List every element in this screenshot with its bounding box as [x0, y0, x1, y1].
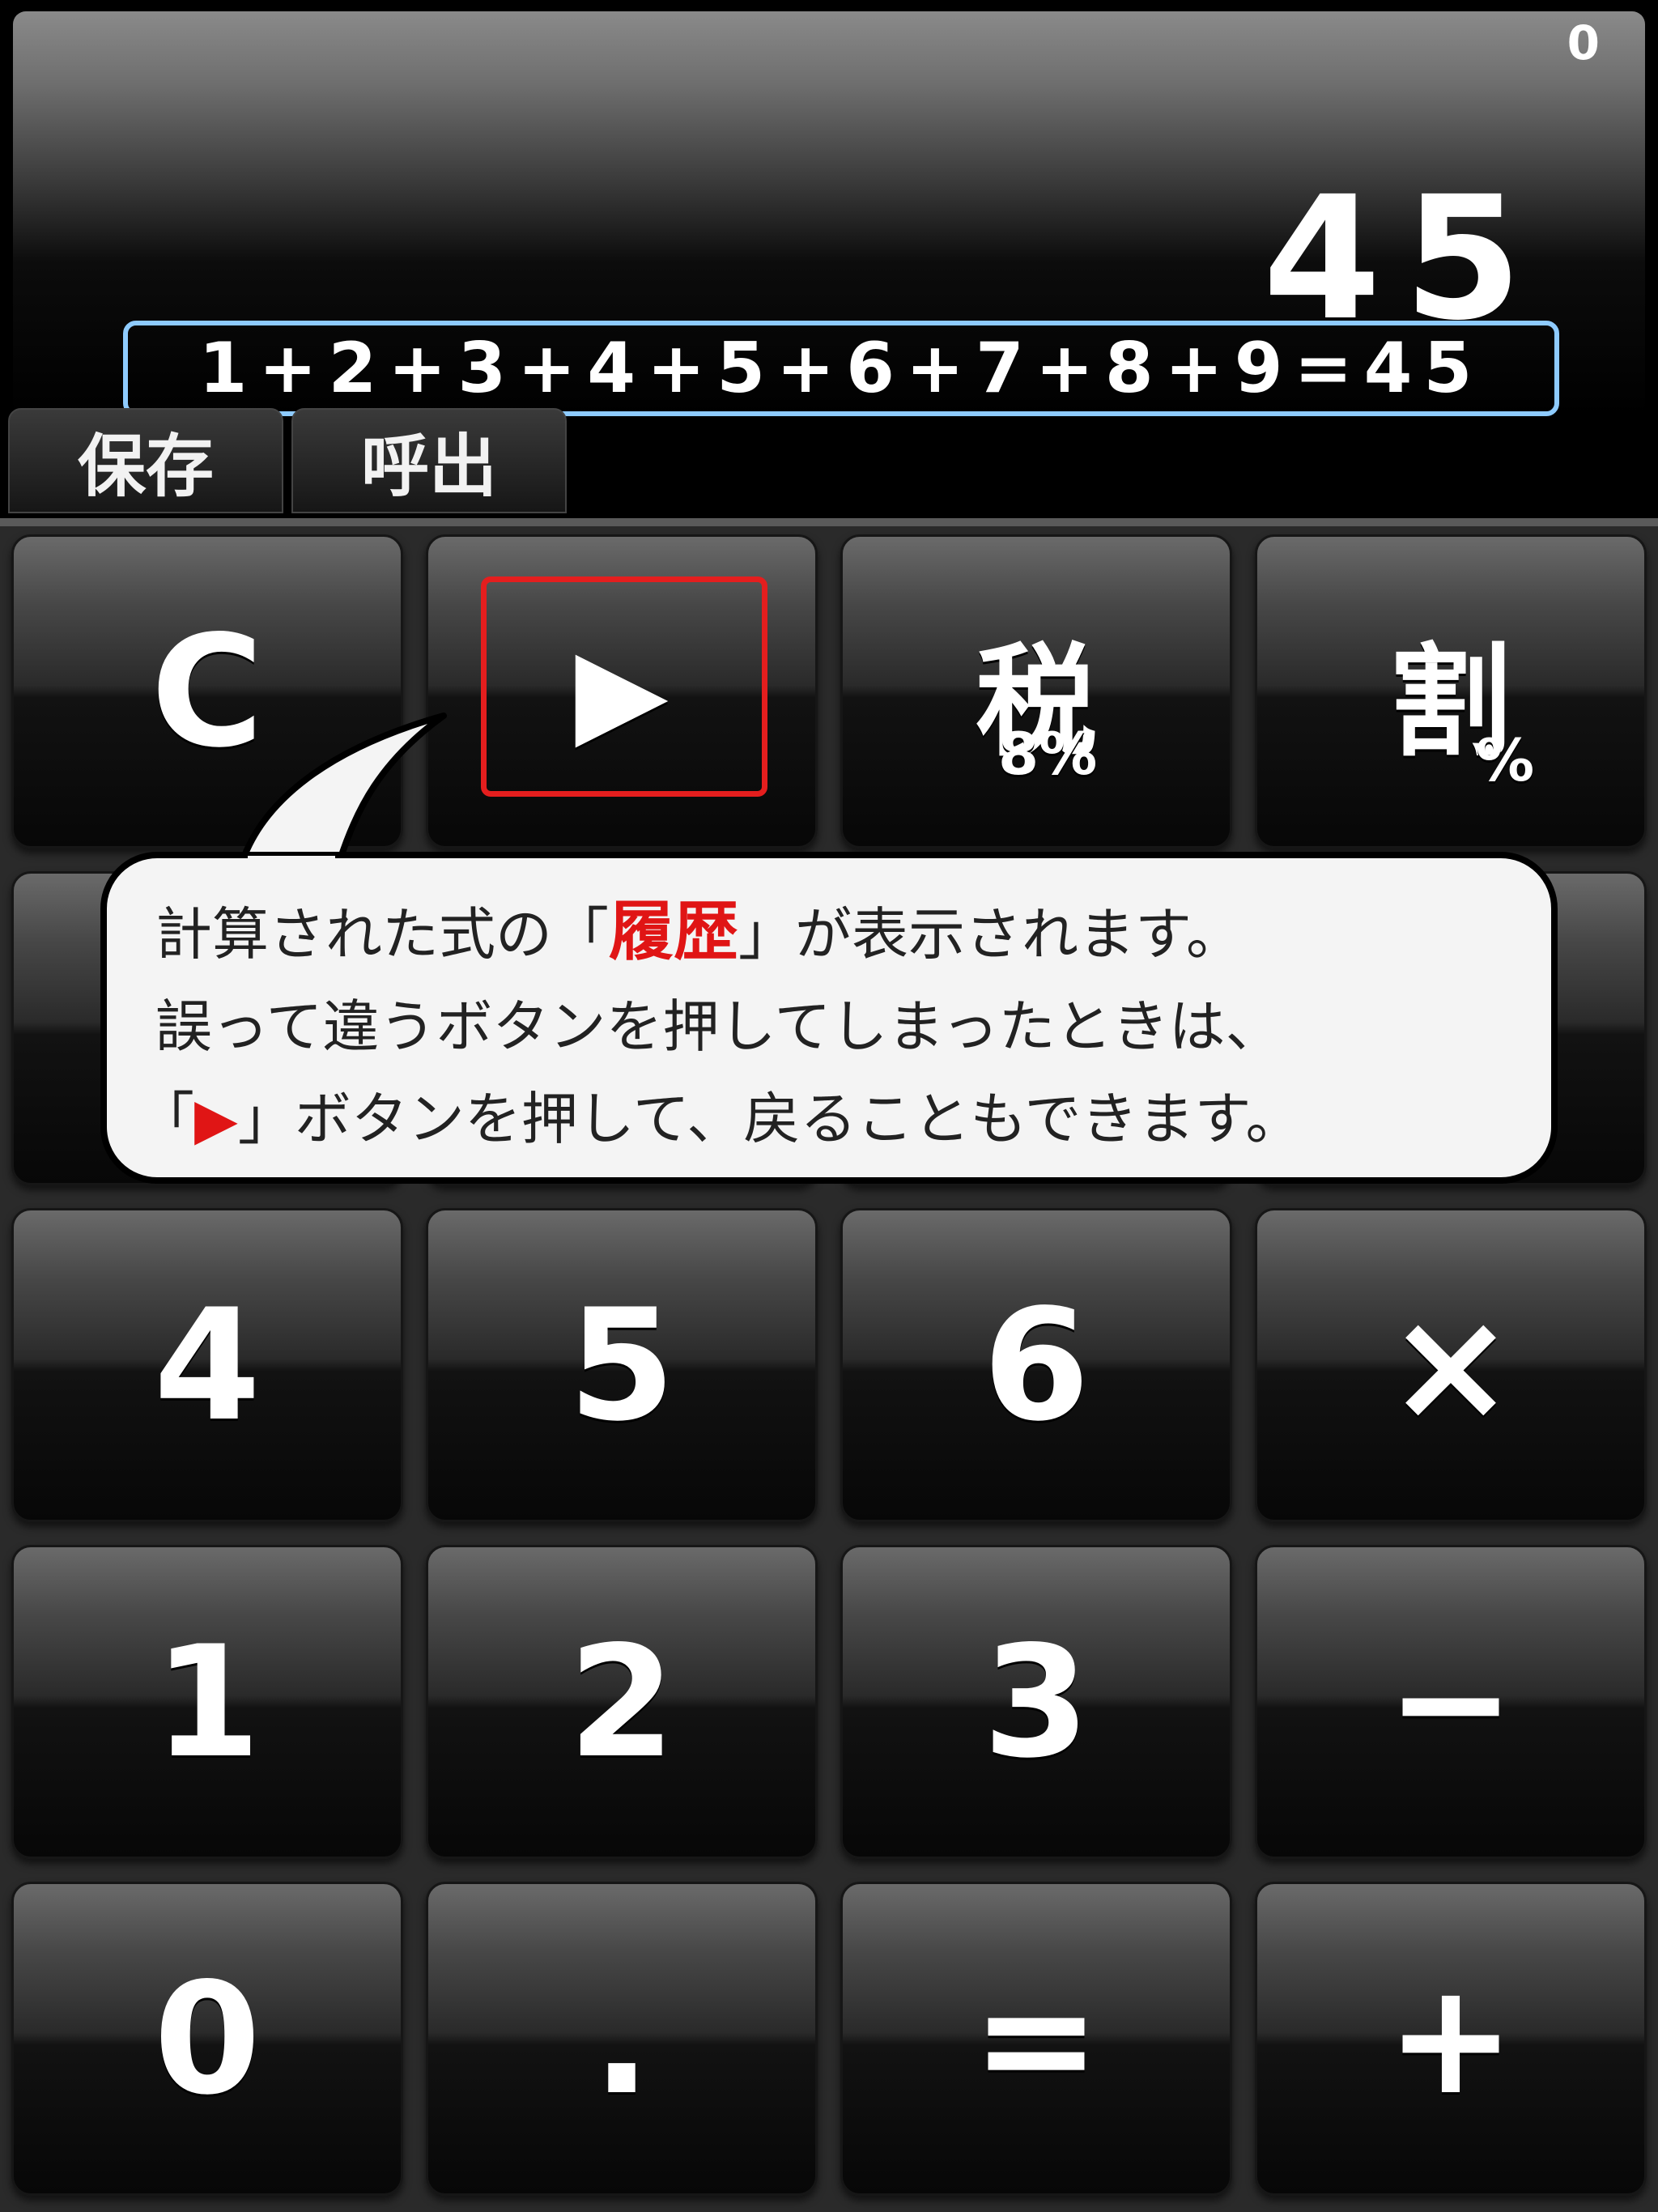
tooltip-line-1: 計算された式の「履歴」が表示されます。 [155, 894, 1243, 969]
tooltip-balloon: 計算された式の「履歴」が表示されます。 誤って違うボタンを押してしまったときは、… [100, 852, 1558, 1184]
tooltip-text: 計算された式の「履歴」が表示されます。 誤って違うボタンを押してしまったときは、… [138, 886, 1302, 1165]
tooltip-line-2: 誤って違うボタンを押してしまったときは、 [155, 993, 1282, 1060]
tooltip-line-3: 「▶」ボタンを押して、戻ることもできます。 [138, 1086, 1303, 1152]
play-icon: ▶ [194, 1086, 238, 1152]
tooltip-highlight-word: 履歴 [609, 894, 738, 969]
